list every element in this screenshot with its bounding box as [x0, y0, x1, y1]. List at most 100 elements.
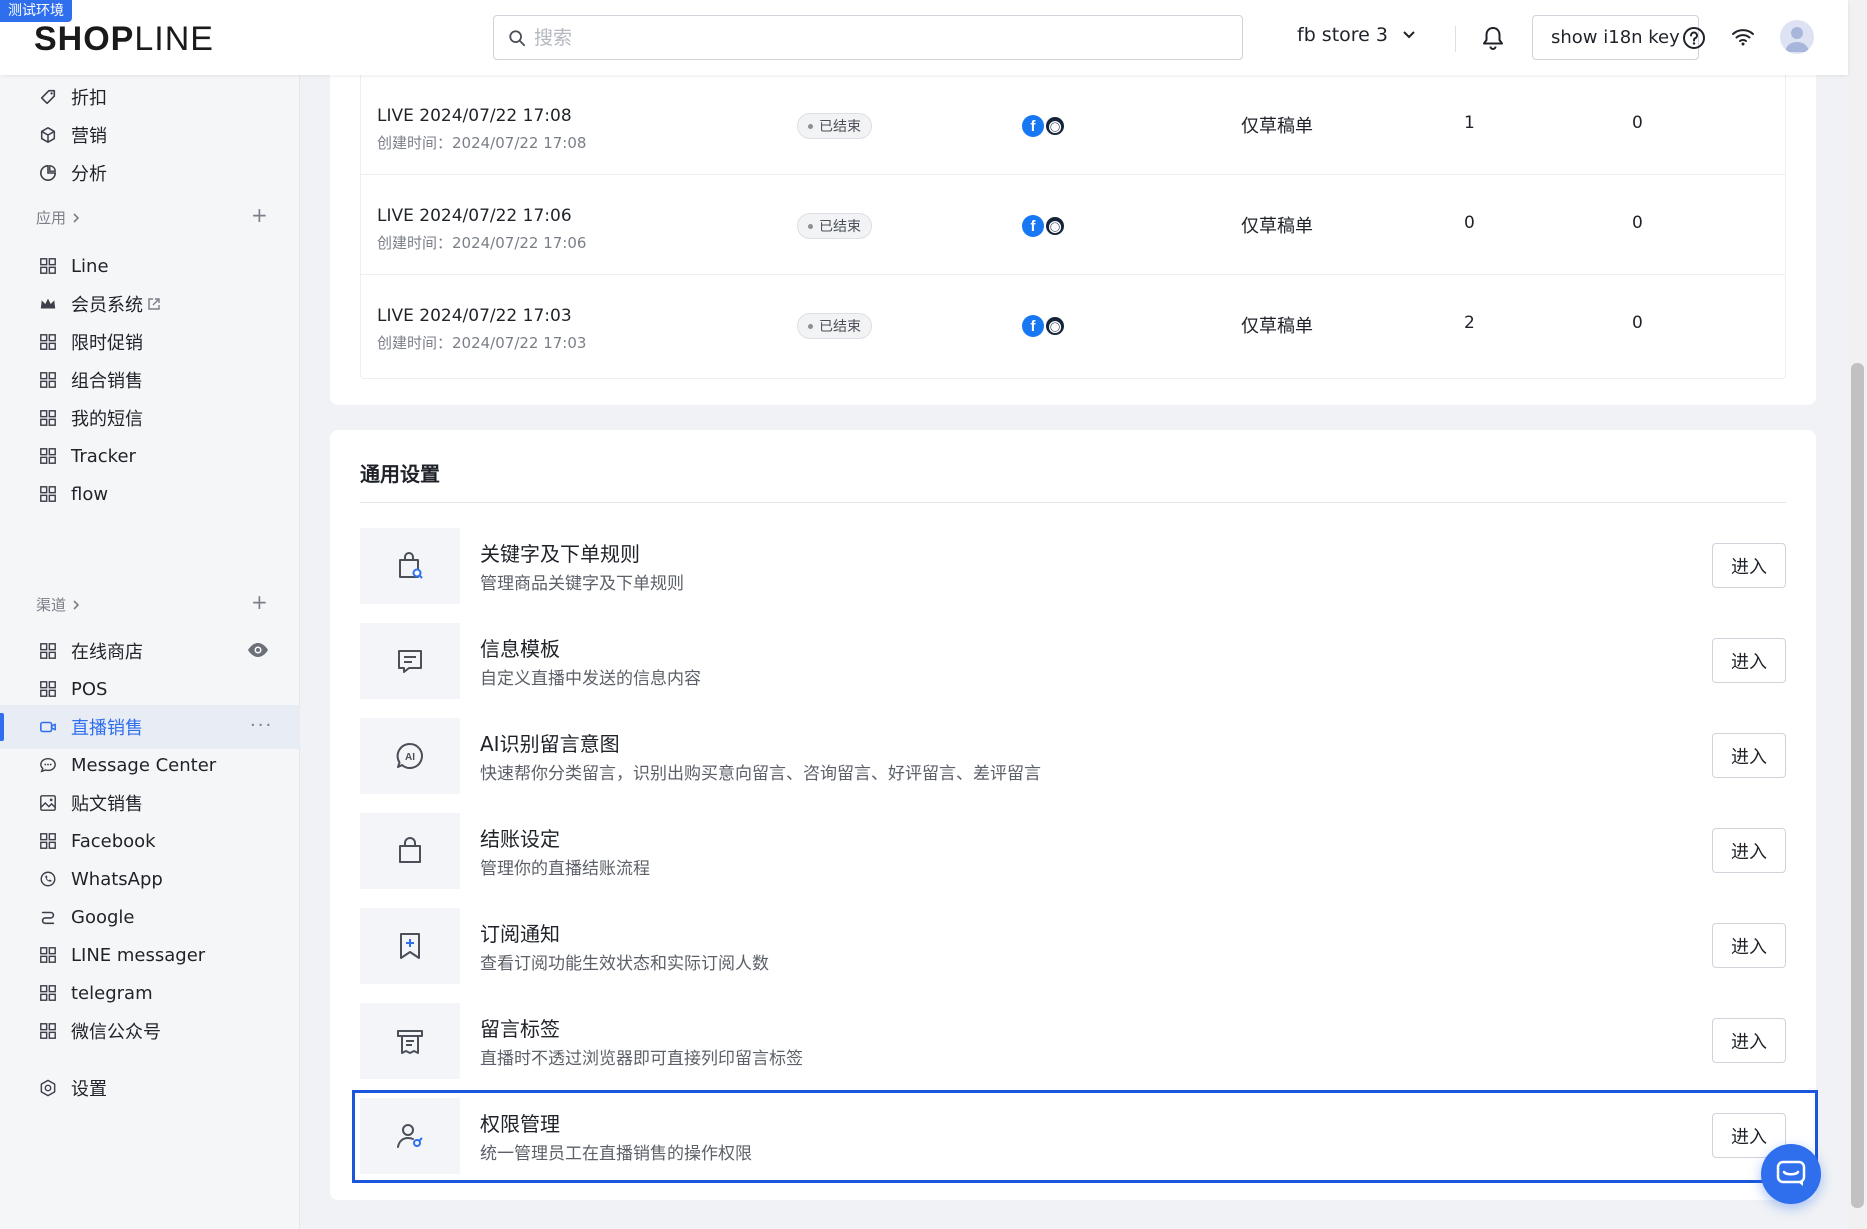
- setting-name: 结账设定: [480, 827, 560, 851]
- environment-badge: 测试环境: [0, 0, 72, 22]
- table-row[interactable]: LIVE 2024/07/22 17:06 创建时间：2024/07/22 17…: [361, 175, 1785, 275]
- live-created-time: 创建时间：2024/07/22 17:06: [377, 234, 587, 252]
- setting-message-template: 信息模板 自定义直播中发送的信息内容 进入: [360, 623, 1786, 699]
- svg-text:AI: AI: [405, 752, 415, 763]
- add-app-icon[interactable]: +: [251, 203, 268, 227]
- search-input[interactable]: [534, 26, 1214, 49]
- printer-icon: [360, 1003, 460, 1079]
- chevron-down-icon: [1403, 31, 1415, 39]
- setting-name: 关键字及下单规则: [480, 542, 640, 566]
- bookmark-plus-icon: [360, 908, 460, 984]
- order-mode: 仅草稿单: [1241, 116, 1313, 137]
- pie-chart-icon: [37, 162, 59, 184]
- setting-desc: 自定义直播中发送的信息内容: [480, 669, 701, 689]
- sidebar-item-label: 分析: [71, 164, 107, 185]
- sidebar-item-wechat-official[interactable]: 微信公众号: [0, 1009, 300, 1053]
- section-divider: [360, 502, 1786, 503]
- count-value: 2: [1464, 313, 1475, 333]
- apps-grid-icon: [37, 331, 59, 353]
- chat-icon: [1776, 1160, 1806, 1186]
- search-icon: [509, 29, 526, 46]
- facebook-icon: f: [1022, 315, 1044, 337]
- setting-name: AI识别留言意图: [480, 732, 620, 756]
- help-icon[interactable]: [1682, 26, 1706, 54]
- wifi-icon: [1731, 28, 1755, 50]
- store-name: fb store 3: [1297, 24, 1388, 46]
- status-badge: 已结束: [797, 213, 872, 239]
- sidebar-item-label: 组合销售: [71, 371, 143, 392]
- bell-icon[interactable]: [1482, 26, 1504, 54]
- setting-name: 信息模板: [480, 637, 560, 661]
- apps-grid-icon: [37, 944, 59, 966]
- search-box[interactable]: [493, 15, 1243, 60]
- enter-button[interactable]: 进入: [1712, 543, 1786, 588]
- sidebar-item-flow[interactable]: flow: [0, 472, 300, 516]
- enter-button[interactable]: 进入: [1712, 733, 1786, 778]
- live-title[interactable]: LIVE 2024/07/22 17:08: [377, 106, 572, 126]
- enter-button[interactable]: 进入: [1712, 923, 1786, 968]
- eye-icon[interactable]: [247, 642, 269, 662]
- sidebar-item-label: 在线商店: [71, 642, 143, 663]
- gear-icon: [37, 1077, 59, 1099]
- sidebar-item-analytics[interactable]: 分析: [0, 151, 300, 195]
- live-created-time: 创建时间：2024/07/22 17:03: [377, 334, 587, 352]
- message-template-icon: [360, 623, 460, 699]
- sidebar-item-label: 营销: [71, 126, 107, 147]
- apps-grid-icon: [37, 369, 59, 391]
- sidebar-item-label: Message Center: [71, 754, 217, 776]
- sidebar-item-label: Google: [71, 906, 135, 928]
- enter-button[interactable]: 进入: [1712, 828, 1786, 873]
- sidebar-item-label: Line: [71, 255, 109, 277]
- sidebar-item-label: 微信公众号: [71, 1022, 161, 1043]
- enter-button[interactable]: 进入: [1712, 1018, 1786, 1063]
- sidebar-item-label: POS: [71, 678, 108, 700]
- sidebar-item-label: Facebook: [71, 830, 156, 852]
- instagram-icon: ◉: [1044, 115, 1066, 137]
- table-row[interactable]: LIVE 2024/07/22 17:03 创建时间：2024/07/22 17…: [361, 275, 1785, 375]
- setting-comment-label: 留言标签 直播时不透过浏览器即可直接列印留言标签 进入: [360, 1003, 1786, 1079]
- live-table: LIVE 2024/07/22 17:08 创建时间：2024/07/22 17…: [360, 75, 1786, 379]
- sidebar-item-label: 折扣: [71, 88, 107, 109]
- live-camera-icon: [37, 716, 59, 738]
- order-mode: 仅草稿单: [1241, 316, 1313, 337]
- apps-grid-icon: [37, 255, 59, 277]
- section-title: 通用设置: [360, 462, 440, 486]
- header-divider: [1455, 26, 1456, 52]
- shopline-logo[interactable]: SHOPLINE: [34, 20, 214, 59]
- apps-grid-icon: [37, 640, 59, 662]
- sidebar-item-label: 直播销售: [71, 718, 143, 739]
- count-value: 0: [1632, 313, 1643, 333]
- ai-chat-icon: AI: [360, 718, 460, 794]
- channels-group-title[interactable]: 渠道: [36, 594, 80, 615]
- whatsapp-icon: [37, 868, 59, 890]
- setting-desc: 管理你的直播结账流程: [480, 859, 650, 879]
- more-options-icon[interactable]: ···: [250, 715, 273, 736]
- sidebar-item-settings[interactable]: 设置: [0, 1066, 300, 1110]
- scrollbar-thumb[interactable]: [1851, 363, 1864, 1208]
- live-title[interactable]: LIVE 2024/07/22 17:06: [377, 206, 572, 226]
- show-i18n-key-button[interactable]: show i18n key: [1532, 15, 1699, 60]
- apps-group-title[interactable]: 应用: [36, 207, 80, 228]
- table-row[interactable]: LIVE 2024/07/22 17:08 创建时间：2024/07/22 17…: [361, 75, 1785, 175]
- setting-desc: 查看订阅功能生效状态和实际订阅人数: [480, 954, 769, 974]
- sidebar-item-label: telegram: [71, 982, 153, 1004]
- sidebar-item-label: Tracker: [71, 445, 136, 467]
- tag-icon: [37, 86, 59, 108]
- count-value: 0: [1632, 213, 1643, 233]
- setting-desc: 直播时不透过浏览器即可直接列印留言标签: [480, 1049, 803, 1069]
- sidebar-item-label: WhatsApp: [71, 868, 163, 890]
- shopping-bag-icon: [360, 813, 460, 889]
- live-title[interactable]: LIVE 2024/07/22 17:03: [377, 306, 572, 326]
- sidebar: 折扣 营销 分析 应用 + Line 会员系统 限时促销 组合销售 我的短信 T…: [0, 75, 300, 1229]
- store-selector[interactable]: fb store 3: [1297, 24, 1416, 46]
- enter-button[interactable]: 进入: [1712, 638, 1786, 683]
- selection-highlight: [352, 1090, 1818, 1183]
- chat-support-button[interactable]: [1761, 1144, 1821, 1204]
- instagram-icon: ◉: [1044, 315, 1066, 337]
- apps-grid-icon: [37, 407, 59, 429]
- apps-grid-icon: [37, 445, 59, 467]
- avatar[interactable]: [1780, 20, 1814, 54]
- add-channel-icon[interactable]: +: [251, 590, 268, 614]
- apps-grid-icon: [37, 982, 59, 1004]
- apps-grid-icon: [37, 678, 59, 700]
